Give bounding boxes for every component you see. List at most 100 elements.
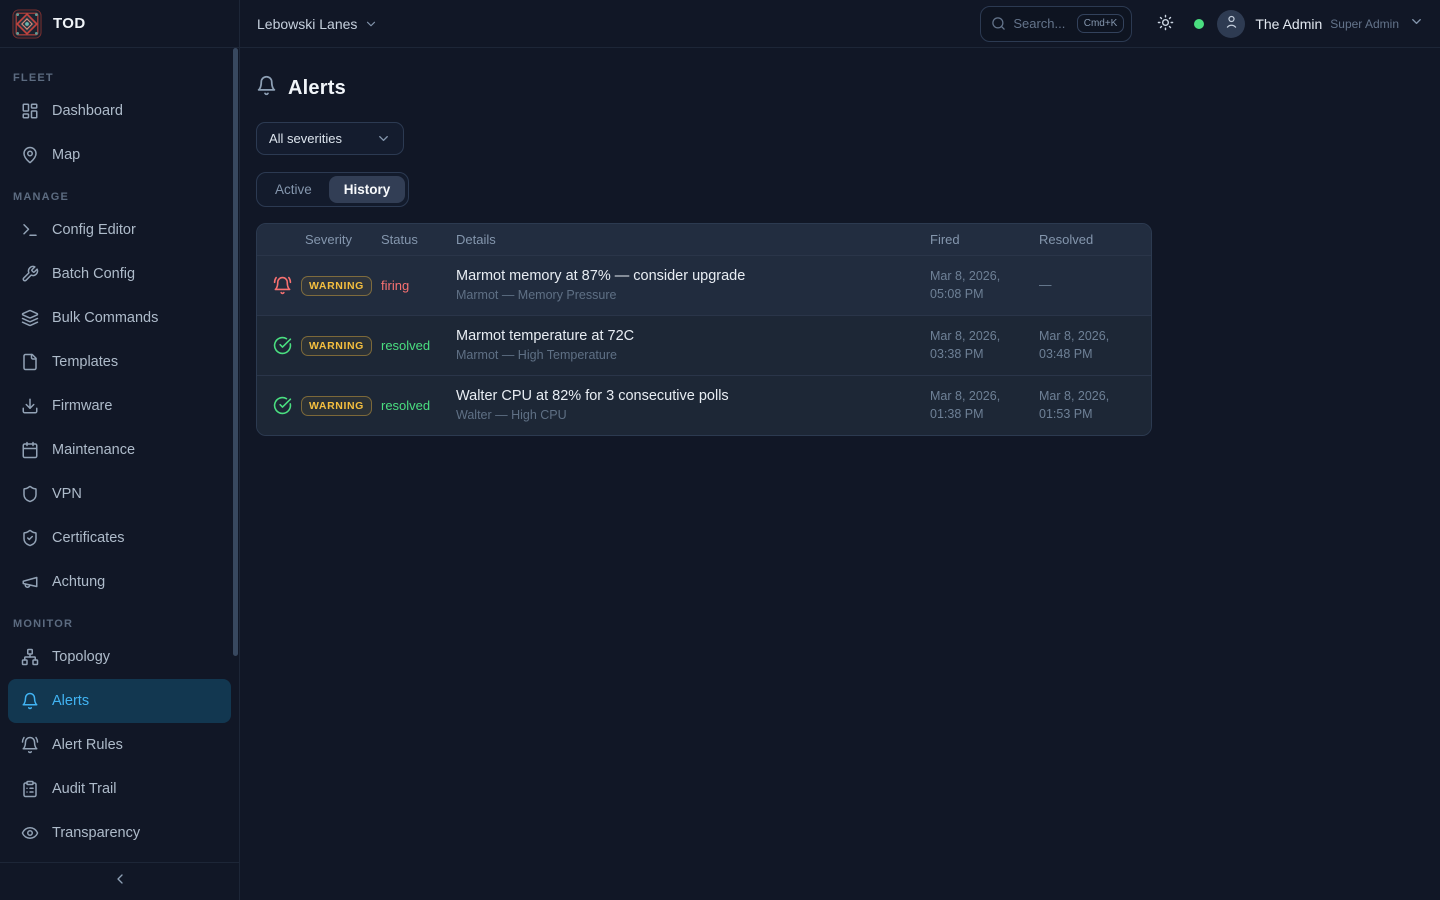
layout-dashboard-icon: [21, 102, 39, 120]
app-logo-icon: [12, 9, 42, 39]
org-switcher[interactable]: Lebowski Lanes: [257, 16, 378, 32]
sidebar-item-map[interactable]: Map: [8, 133, 231, 177]
column-header-fired: Fired: [930, 232, 1039, 247]
clipboard-list-icon: [21, 780, 39, 798]
severity-badge: WARNING: [301, 396, 372, 416]
shield-icon: [21, 485, 39, 503]
sidebar-item-label: Maintenance: [52, 442, 135, 458]
theme-toggle-button[interactable]: [1157, 14, 1174, 34]
user-name: The Admin: [1255, 16, 1322, 32]
sidebar-item-vpn[interactable]: VPN: [8, 472, 231, 516]
alert-fired-time: Mar 8, 2026, 03:38 PM: [930, 328, 1039, 363]
tab-active[interactable]: Active: [260, 176, 327, 203]
sidebar-item-firmware[interactable]: Firmware: [8, 384, 231, 428]
alert-resolved-time: —: [1039, 277, 1151, 295]
alert-row[interactable]: WARNING resolvedMarmot temperature at 72C…: [257, 315, 1151, 375]
alert-title: Marmot memory at 87% — consider upgrade: [456, 268, 914, 284]
logo-area: TOD: [0, 0, 240, 47]
terminal-icon: [21, 221, 39, 239]
alert-status: resolved: [381, 398, 456, 413]
alert-subtitle: Marmot — High Temperature: [456, 348, 914, 362]
sidebar-item-audit-trail[interactable]: Audit Trail: [8, 767, 231, 811]
search-input[interactable]: [1013, 16, 1069, 31]
alert-status: resolved: [381, 338, 456, 353]
severity-cell: WARNING: [257, 336, 381, 356]
sidebar-section-label: MONITOR: [13, 618, 226, 630]
alert-status: firing: [381, 278, 456, 293]
user-role-badge: Super Admin: [1330, 17, 1399, 31]
sidebar-item-achtung[interactable]: Achtung: [8, 560, 231, 604]
sidebar-item-label: Dashboard: [52, 103, 123, 119]
sidebar-item-label: Transparency: [52, 825, 140, 841]
sidebar-item-config-editor[interactable]: Config Editor: [8, 208, 231, 252]
sidebar-item-label: Firmware: [52, 398, 112, 414]
search-icon: [991, 16, 1006, 31]
bell-ring-icon: [21, 736, 39, 754]
sidebar-item-certificates[interactable]: Certificates: [8, 516, 231, 560]
sidebar-item-batch-config[interactable]: Batch Config: [8, 252, 231, 296]
user-menu-chevron[interactable]: [1409, 14, 1424, 34]
alert-subtitle: Walter — High CPU: [456, 408, 914, 422]
bell-ring-icon: [273, 276, 292, 295]
bell-icon: [256, 75, 277, 101]
alert-subtitle: Marmot — Memory Pressure: [456, 288, 914, 302]
sidebar-item-alerts[interactable]: Alerts: [8, 679, 231, 723]
alert-details: Walter CPU at 82% for 3 consecutive poll…: [456, 378, 930, 433]
severity-filter-select[interactable]: All severities: [256, 122, 404, 155]
calendar-icon: [21, 441, 39, 459]
table-header-row: SeverityStatusDetailsFiredResolved: [257, 224, 1151, 255]
sidebar-section-label: FLEET: [13, 72, 226, 84]
alert-row[interactable]: WARNING resolvedWalter CPU at 82% for 3 c…: [257, 375, 1151, 435]
sidebar-item-templates[interactable]: Templates: [8, 340, 231, 384]
severity-cell: WARNING: [257, 276, 381, 296]
eye-icon: [21, 824, 39, 842]
chevron-left-icon: [112, 871, 128, 892]
sidebar-item-label: Topology: [52, 649, 110, 665]
severity-filter-value: All severities: [269, 131, 342, 146]
alert-details: Marmot memory at 87% — consider upgrade M…: [456, 258, 930, 313]
sun-icon: [1157, 14, 1174, 34]
sidebar-item-dashboard[interactable]: Dashboard: [8, 89, 231, 133]
sidebar-section-label: MANAGE: [13, 191, 226, 203]
file-icon: [21, 353, 39, 371]
sidebar-item-label: Achtung: [52, 574, 105, 590]
table-body: WARNING firingMarmot memory at 87% — cons…: [257, 255, 1151, 435]
column-header-severity: Severity: [257, 232, 381, 247]
severity-badge: WARNING: [301, 276, 372, 296]
main-content: Alerts All severities ActiveHistory Seve…: [240, 48, 1440, 900]
sidebar-item-bulk-commands[interactable]: Bulk Commands: [8, 296, 231, 340]
sidebar-item-maintenance[interactable]: Maintenance: [8, 428, 231, 472]
column-header-status: Status: [381, 232, 456, 247]
alert-details: Marmot temperature at 72C Marmot — High T…: [456, 318, 930, 373]
search-shortcut-kbd: Cmd+K: [1077, 14, 1125, 33]
sidebar-item-label: Config Editor: [52, 222, 136, 238]
sidebar-item-label: Bulk Commands: [52, 310, 158, 326]
sidebar-item-label: Batch Config: [52, 266, 135, 282]
network-icon: [21, 648, 39, 666]
bell-icon: [21, 692, 39, 710]
alert-row[interactable]: WARNING firingMarmot memory at 87% — cons…: [257, 255, 1151, 315]
tab-history[interactable]: History: [329, 176, 406, 203]
check-circle-icon: [273, 336, 292, 355]
severity-badge: WARNING: [301, 336, 372, 356]
sidebar-collapse-button[interactable]: [0, 862, 240, 900]
sidebar-scrollbar[interactable]: [233, 48, 238, 656]
chevron-down-icon: [376, 131, 391, 146]
alert-resolved-time: Mar 8, 2026, 03:48 PM: [1039, 328, 1151, 363]
alert-fired-time: Mar 8, 2026, 01:38 PM: [930, 388, 1039, 423]
app-name: TOD: [53, 15, 86, 32]
sidebar-item-alert-rules[interactable]: Alert Rules: [8, 723, 231, 767]
sidebar-item-transparency[interactable]: Transparency: [8, 811, 231, 855]
alerts-table: SeverityStatusDetailsFiredResolved WARNI…: [256, 223, 1152, 436]
layers-icon: [21, 309, 39, 327]
avatar[interactable]: [1217, 10, 1245, 38]
sidebar-item-topology[interactable]: Topology: [8, 635, 231, 679]
global-search[interactable]: Cmd+K: [980, 6, 1132, 42]
download-icon: [21, 397, 39, 415]
sidebar-item-label: Templates: [52, 354, 118, 370]
alert-title: Marmot temperature at 72C: [456, 328, 914, 344]
sidebar: FLEET Dashboard Map MANAGE Config Editor Batc…: [0, 48, 240, 900]
check-circle-icon: [273, 396, 292, 415]
severity-cell: WARNING: [257, 396, 381, 416]
sidebar-item-label: VPN: [52, 486, 82, 502]
